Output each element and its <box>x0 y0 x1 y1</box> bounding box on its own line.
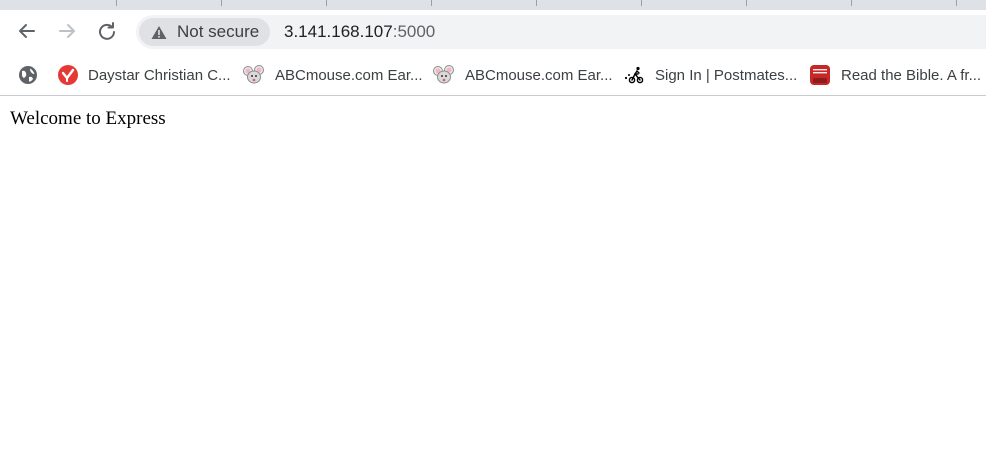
tab-separator <box>851 0 852 6</box>
browser-toolbar: Not secure 3.141.168.107:5000 <box>0 10 986 55</box>
back-button[interactable] <box>12 16 42 46</box>
bookmark-label: ABCmouse.com Ear... <box>275 66 423 84</box>
bookmark-abcmouse-1[interactable]: ABCmouse.com Ear... <box>243 63 423 87</box>
bookmark-label: ABCmouse.com Ear... <box>465 66 613 84</box>
mouse-icon <box>433 65 454 84</box>
bookmark-label: Daystar Christian C... <box>88 66 231 84</box>
bookmark-postmates[interactable]: Sign In | Postmates... <box>623 63 797 87</box>
bookmark-label: Sign In | Postmates... <box>655 66 798 84</box>
arrow-left-icon <box>19 24 35 38</box>
page-content: Welcome to Express <box>0 96 986 455</box>
tab-separator <box>956 0 957 6</box>
tab-separator <box>641 0 642 6</box>
bookmark-bible[interactable]: Read the Bible. A fr... <box>809 63 981 87</box>
tab-separator <box>536 0 537 6</box>
bookmark-label: Read the Bible. A fr... <box>841 66 982 84</box>
bookmark-abcmouse-2[interactable]: ABCmouse.com Ear... <box>433 63 613 87</box>
tab-separator <box>116 0 117 6</box>
site-security-chip[interactable]: Not secure <box>139 18 271 46</box>
page-body-text: Welcome to Express <box>10 108 166 129</box>
reload-button[interactable] <box>92 16 122 46</box>
bible-app-icon <box>810 65 830 85</box>
mouse-icon <box>243 65 264 84</box>
tab-separator <box>746 0 747 6</box>
daystar-logo-icon <box>58 65 78 85</box>
url-host: 3.141.168.107 <box>284 22 393 41</box>
tab-separator <box>326 0 327 6</box>
postmates-icon <box>624 66 644 84</box>
bookmarks-bar: Daystar Christian C... ABCmouse.com Ear.… <box>0 55 986 95</box>
url-text[interactable]: 3.141.168.107:5000 <box>284 15 435 49</box>
bookmark-daystar[interactable]: Daystar Christian C... <box>58 63 231 87</box>
globe-icon <box>19 66 37 84</box>
tab-separator <box>221 0 222 6</box>
reload-icon <box>99 22 115 40</box>
url-port: :5000 <box>392 22 436 41</box>
security-label: Not secure <box>177 22 260 41</box>
tab-separator <box>431 0 432 6</box>
tab-strip <box>0 0 986 10</box>
arrow-right-icon <box>59 24 75 38</box>
warning-triangle-icon <box>151 25 167 39</box>
address-bar[interactable]: Not secure 3.141.168.107:5000 <box>136 15 986 49</box>
bookmark-apps[interactable] <box>18 63 38 87</box>
forward-button[interactable] <box>52 16 82 46</box>
